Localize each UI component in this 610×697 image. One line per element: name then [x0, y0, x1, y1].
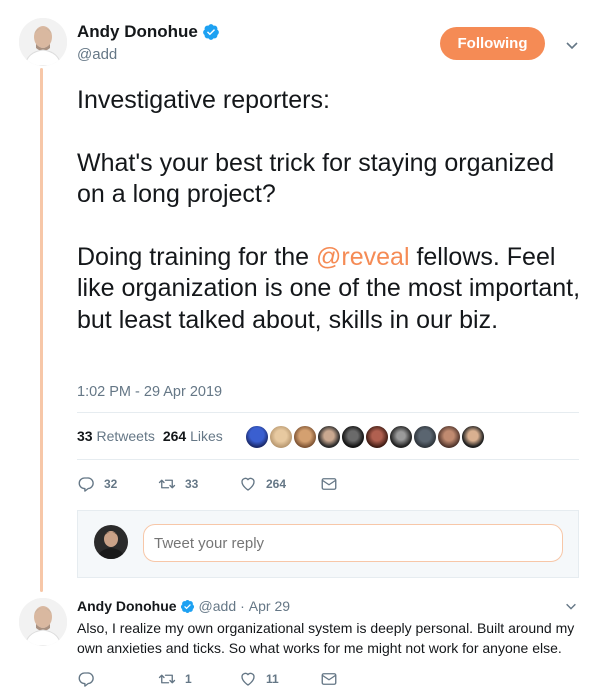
liker-avatar[interactable] [412, 424, 438, 450]
liker-avatar[interactable] [316, 424, 342, 450]
reply-button[interactable] [77, 670, 158, 688]
liker-avatar[interactable] [460, 424, 486, 450]
tweet-stats: 33 Retweets 264 Likes [77, 428, 223, 444]
tweet-action-bar: 32 33 264 [77, 475, 347, 493]
reply-count: 32 [104, 477, 118, 491]
likes-label: Likes [190, 428, 223, 444]
divider [77, 459, 579, 460]
tweet-text-line: Investigative reporters: [77, 86, 330, 114]
reply-button[interactable]: 32 [77, 475, 158, 493]
heart-icon [241, 672, 255, 686]
reply-input[interactable] [143, 524, 563, 562]
direct-message-button[interactable] [320, 670, 347, 688]
retweets-count: 33 [77, 428, 93, 444]
author-name-row: Andy Donohue [77, 22, 220, 42]
author-handle[interactable]: @add [77, 46, 117, 63]
thread-connector-line [40, 68, 43, 592]
tweet-text-segment: Doing training for the [77, 242, 317, 271]
liker-avatars [244, 424, 486, 450]
retweet-button[interactable]: 1 [158, 670, 239, 688]
reply-author-name[interactable]: Andy Donohue [77, 598, 177, 614]
heart-icon [241, 477, 255, 491]
retweets-label: Retweets [96, 428, 155, 444]
likes-stat[interactable]: 264 Likes [163, 428, 223, 444]
retweet-button[interactable]: 33 [158, 475, 239, 493]
like-count: 11 [266, 672, 279, 686]
tweet-text: Investigative reporters: What's your bes… [77, 85, 587, 336]
reply-action-bar: 1 11 [77, 670, 347, 688]
verified-badge-icon [180, 599, 194, 613]
meta-separator: · [240, 598, 245, 614]
author-avatar[interactable] [19, 18, 67, 66]
reply-tweet-text: Also, I realize my own organizational sy… [77, 620, 575, 656]
reply-date[interactable]: Apr 29 [249, 598, 290, 614]
retweet-count: 33 [185, 477, 199, 491]
tweet-text-line: What's your best trick for staying organ… [77, 148, 555, 209]
liker-avatar[interactable] [340, 424, 366, 450]
chevron-down-icon[interactable] [564, 599, 578, 613]
like-count: 264 [266, 477, 287, 491]
reply-compose-box [77, 510, 579, 578]
verified-badge-icon [203, 24, 219, 40]
reply-author-handle[interactable]: @add [199, 598, 237, 614]
liker-avatar[interactable] [268, 424, 294, 450]
mention-link[interactable]: @reveal [316, 243, 409, 271]
reply-header: Andy Donohue @add · Apr 29 [77, 598, 290, 614]
envelope-icon [321, 673, 337, 685]
retweet-icon [158, 674, 176, 684]
like-button[interactable]: 11 [239, 670, 320, 688]
like-button[interactable]: 264 [239, 475, 320, 493]
tweet-timestamp[interactable]: 1:02 PM - 29 Apr 2019 [77, 384, 222, 400]
liker-avatar[interactable] [436, 424, 462, 450]
envelope-icon [321, 478, 337, 490]
following-button[interactable]: Following [440, 27, 545, 60]
reply-icon [78, 672, 94, 687]
current-user-avatar [94, 525, 128, 559]
retweets-stat[interactable]: 33 Retweets [77, 428, 155, 444]
liker-avatar[interactable] [292, 424, 318, 450]
retweet-count: 1 [185, 672, 192, 686]
divider [77, 412, 579, 413]
liker-avatar[interactable] [244, 424, 270, 450]
chevron-down-icon[interactable] [564, 37, 580, 53]
reply-author-avatar[interactable] [19, 598, 67, 646]
liker-avatar[interactable] [364, 424, 390, 450]
likes-count: 264 [162, 428, 187, 444]
liker-avatar[interactable] [388, 424, 414, 450]
retweet-icon [158, 479, 176, 489]
direct-message-button[interactable] [320, 475, 347, 493]
tweet-text-paragraph: Doing training for the @reveal fellows. … [77, 242, 587, 337]
reply-icon [78, 477, 94, 492]
author-name[interactable]: Andy Donohue [77, 22, 198, 42]
